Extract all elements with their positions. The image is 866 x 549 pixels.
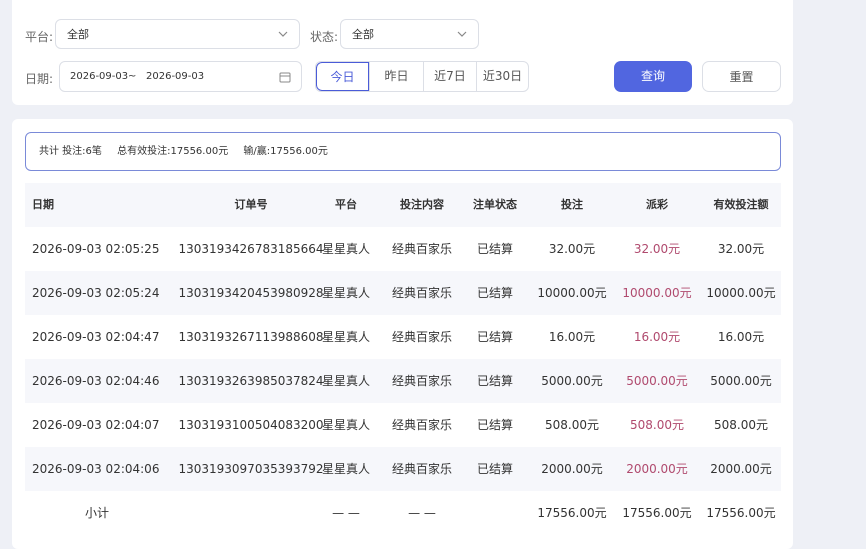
cell-valid-bet: 2000.00元 <box>710 462 772 476</box>
date-separator: ~ <box>128 71 137 82</box>
cell-valid-bet: 5000.00元 <box>710 374 772 388</box>
cell-date: 2026-09-03 02:04:46 <box>32 374 160 388</box>
column-header-platform: 平台 <box>335 198 357 211</box>
cell-valid-bet: 10000.00元 <box>706 286 776 300</box>
range-yesterday-button[interactable]: 昨日 <box>369 62 423 91</box>
cell-bet: 10000.00元 <box>537 286 607 300</box>
column-header-content: 投注内容 <box>400 198 444 211</box>
table-row: 2026-09-03 02:04:46 1303193263985037824 星星… <box>25 359 781 403</box>
cell-payout: 5000.00元 <box>626 374 688 388</box>
date-end[interactable]: 2026-09-03 <box>146 71 204 82</box>
cell-bet: 16.00元 <box>548 330 596 344</box>
cell-order-id: 1303193100504083200 <box>178 418 324 432</box>
subtotal-platform: — — <box>332 506 360 520</box>
cell-platform: 星星真人 <box>321 418 370 432</box>
cell-date: 2026-09-03 02:04:06 <box>32 462 160 476</box>
table-row: 2026-09-03 02:04:47 1303193267113988608 星星… <box>25 315 781 359</box>
cell-bet: 508.00元 <box>545 418 599 432</box>
column-header-status: 注单状态 <box>473 198 517 211</box>
cell-content: 经典百家乐 <box>391 374 452 388</box>
table-header: 日期 订单号 平台 投注内容 注单状态 投注 派彩 有效投注额 <box>25 183 781 227</box>
cell-status: 已结算 <box>476 462 513 476</box>
cell-date: 2026-09-03 02:05:25 <box>32 242 160 256</box>
cell-payout: 508.00元 <box>630 418 684 432</box>
platform-select-value: 全部 <box>67 28 89 41</box>
cell-bet: 5000.00元 <box>541 374 603 388</box>
status-select[interactable]: 全部 <box>340 19 479 49</box>
chevron-down-icon <box>278 31 288 37</box>
cell-order-id: 1303193097035393792 <box>178 462 324 476</box>
cell-content: 经典百家乐 <box>391 286 452 300</box>
cell-platform: 星星真人 <box>321 330 370 344</box>
date-range-picker[interactable]: 2026-09-03 ~ 2026-09-03 <box>59 61 302 92</box>
date-start[interactable]: 2026-09-03 <box>70 71 128 82</box>
platform-label: 平台: <box>25 30 54 44</box>
cell-date: 2026-09-03 02:05:24 <box>32 286 160 300</box>
subtotal-payout: 17556.00元 <box>622 506 692 520</box>
subtotal-label: 小计 <box>85 506 110 520</box>
platform-select[interactable]: 全部 <box>55 19 300 49</box>
reset-button[interactable]: 重置 <box>702 61 781 92</box>
cell-bet: 32.00元 <box>548 242 596 256</box>
cell-platform: 星星真人 <box>321 242 370 256</box>
column-header-order: 订单号 <box>234 198 268 211</box>
cell-content: 经典百家乐 <box>391 462 452 476</box>
summary-bar: 共计 投注:6笔 总有效投注:17556.00元 输/赢:17556.00元 <box>25 132 781 171</box>
cell-bet: 2000.00元 <box>541 462 603 476</box>
status-label: 状态: <box>310 30 339 44</box>
cell-date: 2026-09-03 02:04:07 <box>32 418 160 432</box>
cell-order-id: 1303193426783185664 <box>178 242 324 256</box>
column-header-valid-bet: 有效投注额 <box>713 198 769 211</box>
range-7days-button[interactable]: 近7日 <box>423 62 476 91</box>
cell-content: 经典百家乐 <box>391 330 452 344</box>
cell-platform: 星星真人 <box>321 286 370 300</box>
subtotal-row: 小计 — — — — 17556.00元 17556.00元 17556.00元 <box>25 491 781 535</box>
calendar-icon <box>279 72 291 83</box>
cell-date: 2026-09-03 02:04:47 <box>32 330 160 344</box>
subtotal-content: — — <box>408 506 436 520</box>
subtotal-valid-bet: 17556.00元 <box>706 506 776 520</box>
chevron-down-icon <box>457 31 467 37</box>
table-row: 2026-09-03 02:05:25 1303193426783185664 星星… <box>25 227 781 271</box>
cell-payout: 10000.00元 <box>622 286 692 300</box>
cell-valid-bet: 508.00元 <box>714 418 768 432</box>
quick-range-group: 今日 昨日 近7日 近30日 <box>315 61 529 92</box>
cell-payout: 16.00元 <box>633 330 681 344</box>
cell-status: 已结算 <box>476 418 513 432</box>
table-row: 2026-09-03 02:04:06 1303193097035393792 星星… <box>25 447 781 491</box>
query-button[interactable]: 查询 <box>614 61 692 92</box>
cell-platform: 星星真人 <box>321 374 370 388</box>
cell-content: 经典百家乐 <box>391 242 452 256</box>
table-row: 2026-09-03 02:05:24 1303193420453980928 星星… <box>25 271 781 315</box>
cell-valid-bet: 32.00元 <box>717 242 765 256</box>
bet-records-table: 日期 订单号 平台 投注内容 注单状态 投注 派彩 有效投注额 2026-09-… <box>25 183 781 535</box>
cell-platform: 星星真人 <box>321 462 370 476</box>
cell-status: 已结算 <box>476 330 513 344</box>
cell-content: 经典百家乐 <box>391 418 452 432</box>
date-label: 日期: <box>25 72 54 86</box>
column-header-payout: 派彩 <box>646 198 668 211</box>
table-row: 2026-09-03 02:04:07 1303193100504083200 星星… <box>25 403 781 447</box>
subtotal-bet: 17556.00元 <box>537 506 607 520</box>
cell-status: 已结算 <box>476 286 513 300</box>
status-select-value: 全部 <box>352 28 374 41</box>
cell-valid-bet: 16.00元 <box>717 330 765 344</box>
column-header-date: 日期 <box>32 198 54 211</box>
summary-total: 共计 投注:6笔 <box>39 146 102 157</box>
cell-payout: 32.00元 <box>633 242 681 256</box>
range-30days-button[interactable]: 近30日 <box>476 62 528 91</box>
cell-status: 已结算 <box>476 374 513 388</box>
cell-order-id: 1303193420453980928 <box>178 286 324 300</box>
column-header-bet: 投注 <box>561 198 583 211</box>
range-today-button[interactable]: 今日 <box>316 62 369 91</box>
summary-valid-bet: 总有效投注:17556.00元 <box>117 146 229 157</box>
summary-win-loss: 输/赢:17556.00元 <box>243 146 328 157</box>
cell-payout: 2000.00元 <box>626 462 688 476</box>
cell-order-id: 1303193263985037824 <box>178 374 324 388</box>
cell-order-id: 1303193267113988608 <box>178 330 324 344</box>
cell-status: 已结算 <box>476 242 513 256</box>
